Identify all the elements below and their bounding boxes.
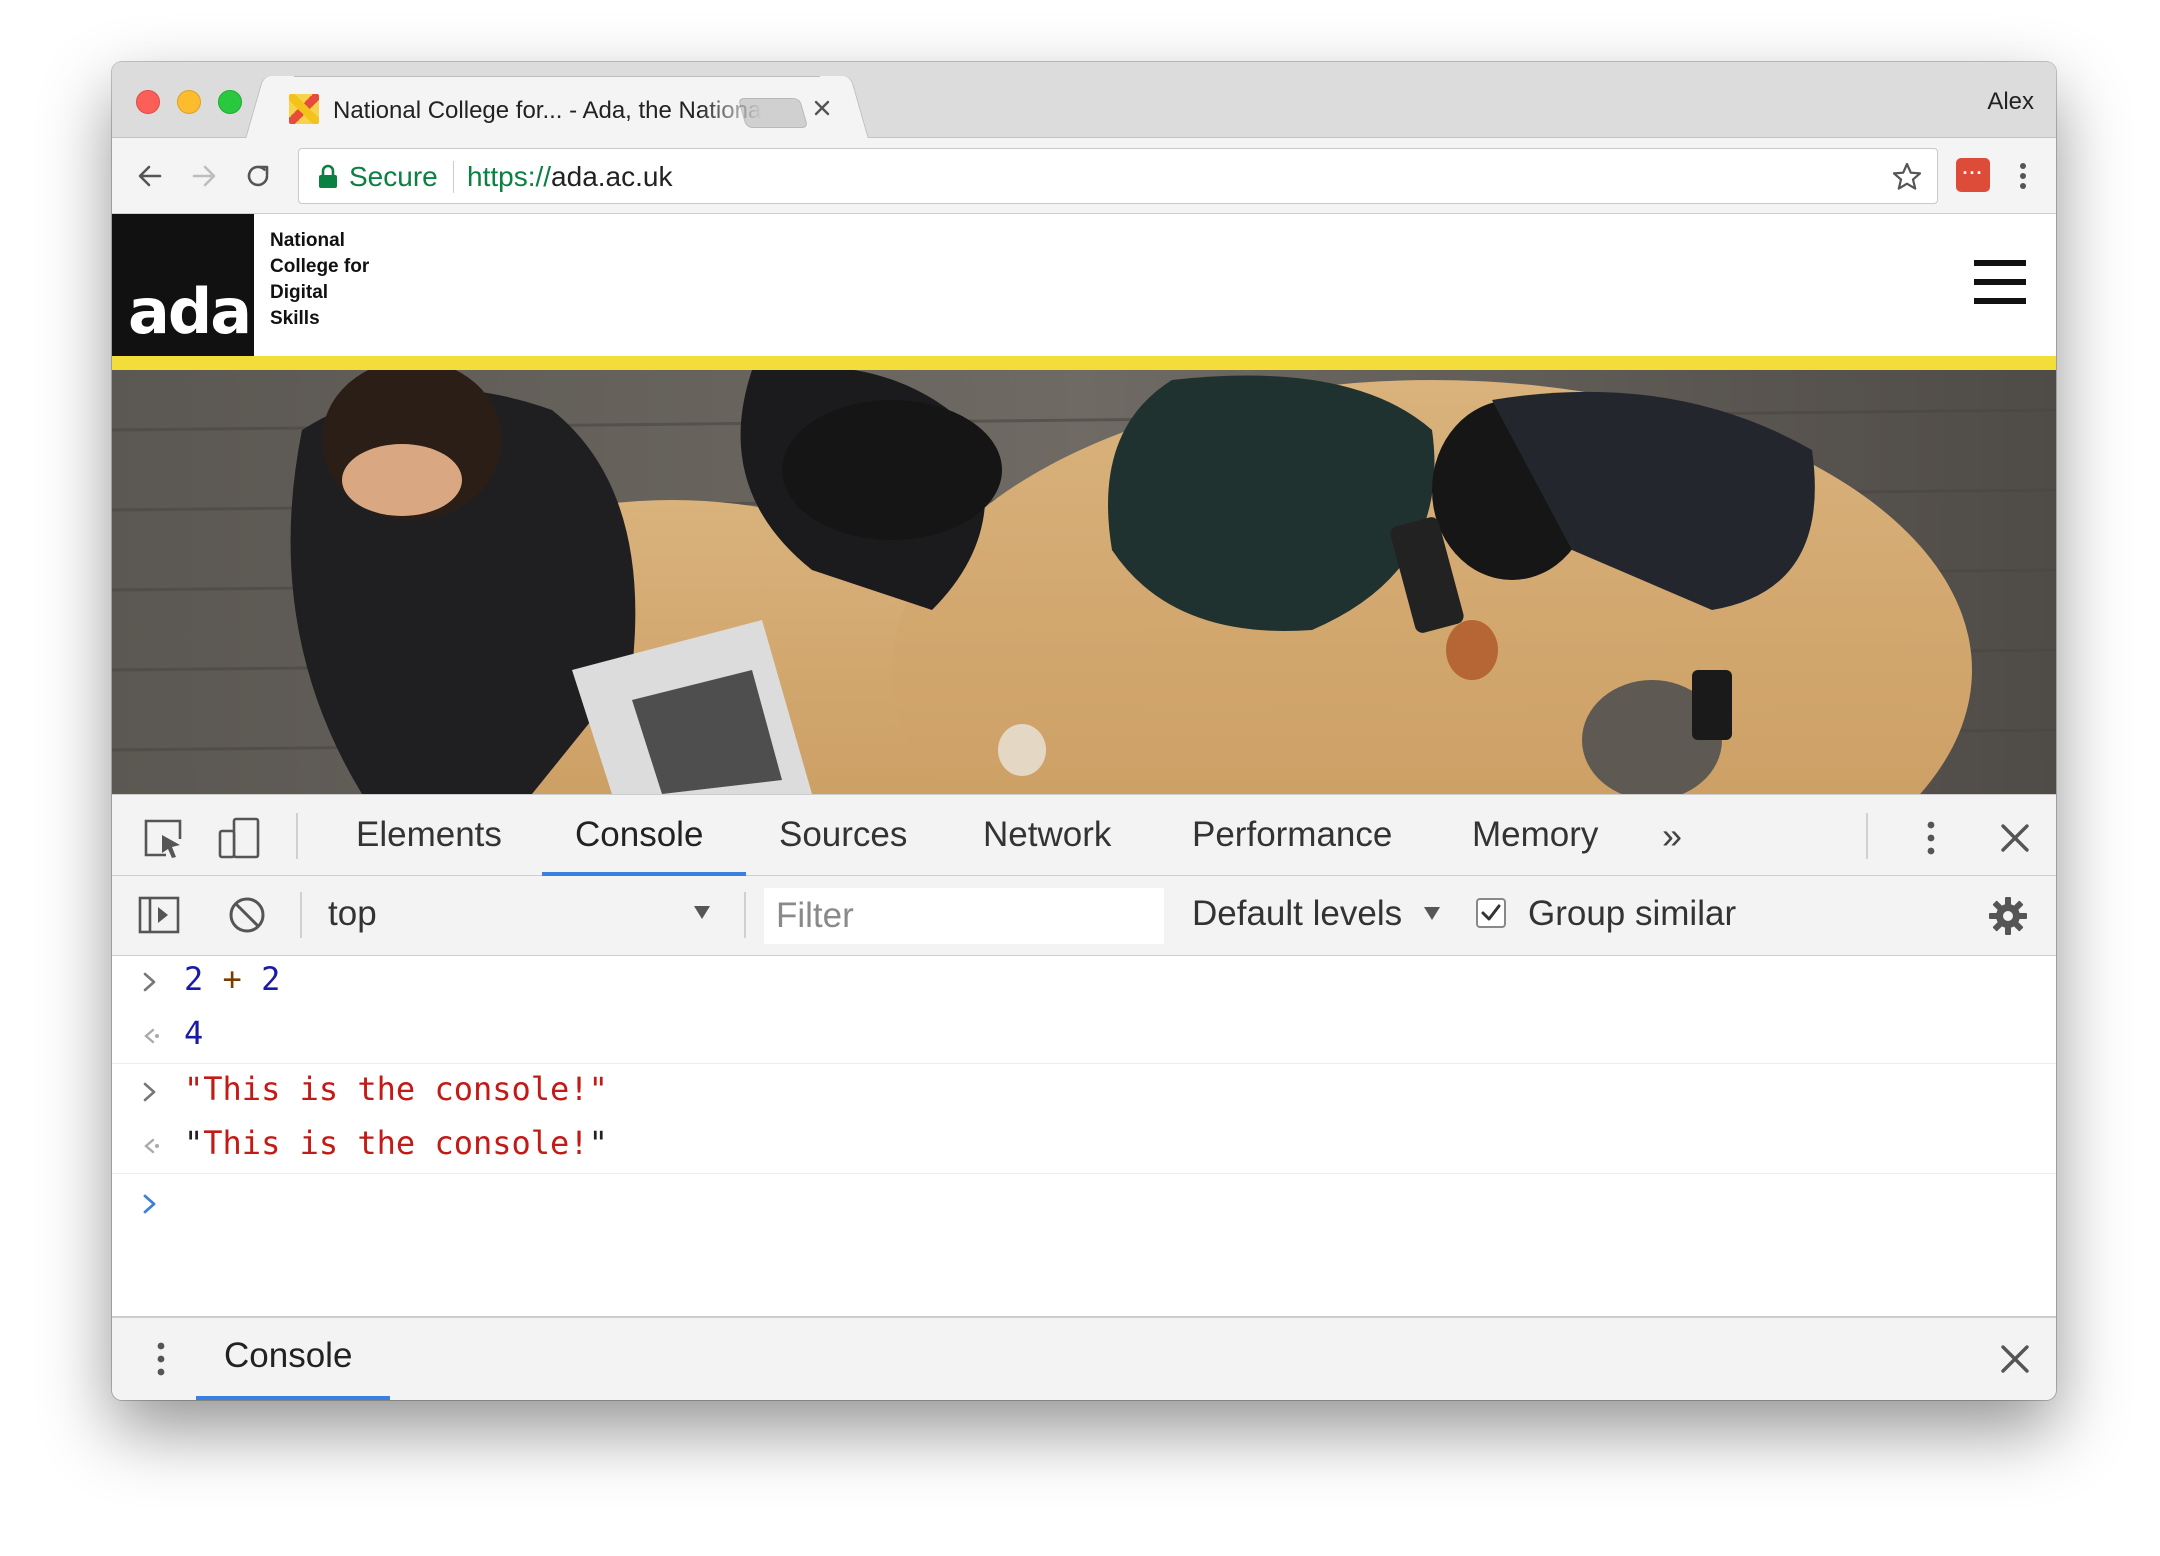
console-entry-result: 4	[112, 1010, 2056, 1064]
device-toolbar-icon[interactable]	[216, 815, 262, 861]
result-chevron-icon	[144, 1138, 159, 1154]
tab-elements[interactable]: Elements	[356, 815, 502, 855]
settings-gear-icon[interactable]	[1986, 894, 2030, 938]
levels-dropdown-icon[interactable]	[1422, 904, 1442, 922]
profile-name[interactable]: Alex	[1987, 88, 2034, 116]
bookmark-star-icon[interactable]	[1891, 161, 1923, 193]
console-filter-input[interactable]	[764, 888, 1164, 944]
tab-sources[interactable]: Sources	[779, 815, 907, 855]
console-entry-result: "This is the console!"	[112, 1120, 2056, 1174]
address-bar[interactable]: Secure https://ada.ac.uk	[298, 148, 1938, 204]
site-header: ada National College for Digital Skills	[112, 214, 2056, 356]
toolbar-divider	[744, 892, 746, 938]
ada-logo[interactable]: ada	[112, 214, 254, 356]
console-token: This is the console!	[203, 1124, 589, 1162]
header-accent-bar	[112, 356, 2056, 370]
url-scheme: https://	[467, 161, 552, 192]
browser-window: National College for... - Ada, the Natio…	[112, 62, 2056, 1400]
console-entry-input: 2 + 2	[112, 956, 2056, 1010]
site-favicon-icon	[289, 94, 319, 124]
toolbar-divider	[300, 892, 302, 938]
console-entry-text: "This is the console!"	[184, 1070, 608, 1108]
lock-icon	[319, 164, 337, 188]
logo-text: ada	[128, 275, 252, 348]
console-token: 2	[184, 960, 204, 998]
context-selector[interactable]: top	[328, 894, 377, 934]
devtools-tab-bar: Elements Console Sources Network Perform…	[112, 794, 2056, 876]
console-token: "	[184, 1124, 204, 1162]
toolbar-divider	[296, 813, 298, 859]
college-name-line: College for	[270, 256, 370, 277]
college-name: National College for Digital Skills	[270, 228, 410, 332]
console-prompt[interactable]	[112, 1178, 2056, 1232]
omnibox-divider	[453, 161, 454, 193]
drawer-active-tab-indicator	[196, 1396, 390, 1400]
checkmark-icon	[1481, 904, 1501, 921]
hamburger-menu-icon[interactable]	[1974, 256, 2026, 308]
console-output[interactable]: 2 + 2 4 "This is the console!" "This is …	[112, 956, 2056, 1316]
console-entry-text: 4	[184, 1014, 203, 1052]
context-dropdown-icon[interactable]	[692, 902, 712, 922]
extension-icon[interactable]: ···	[1956, 158, 1990, 192]
console-toolbar: top Default levels Group similar	[112, 876, 2056, 956]
prompt-chevron-icon	[143, 1194, 156, 1214]
college-name-line: Skills	[270, 308, 320, 329]
tab-network[interactable]: Network	[983, 815, 1111, 855]
tab-strip: National College for... - Ada, the Natio…	[112, 62, 2056, 139]
tab-console[interactable]: Console	[575, 815, 703, 855]
log-levels-dropdown[interactable]: Default levels	[1192, 894, 1402, 934]
console-token: "	[588, 1124, 608, 1162]
show-sidebar-icon[interactable]	[136, 892, 182, 938]
console-token: +	[203, 960, 262, 998]
console-entry-text: 2 + 2	[184, 960, 280, 998]
result-chevron-icon	[144, 1028, 159, 1044]
close-drawer-icon[interactable]	[1992, 1336, 2038, 1382]
more-tabs-icon[interactable]: »	[1662, 815, 1682, 857]
close-devtools-icon[interactable]	[1992, 815, 2038, 861]
url-host: ada.ac.uk	[551, 161, 673, 192]
console-token: 4	[184, 1014, 204, 1052]
minimize-window-button[interactable]	[177, 90, 201, 114]
group-similar-checkbox[interactable]	[1476, 898, 1506, 928]
tab-close-icon[interactable]	[807, 93, 837, 123]
console-entry-input: "This is the console!"	[112, 1066, 2056, 1120]
drawer-tab-console[interactable]: Console	[224, 1336, 352, 1376]
devtools-drawer: Console	[112, 1316, 2056, 1400]
zoom-window-button[interactable]	[218, 90, 242, 114]
clear-console-icon[interactable]	[224, 892, 270, 938]
close-window-button[interactable]	[136, 90, 160, 114]
url-text[interactable]: https://ada.ac.uk	[467, 161, 672, 193]
reload-icon[interactable]	[240, 158, 276, 194]
forward-arrow-icon[interactable]	[186, 158, 222, 194]
secure-label: Secure	[349, 161, 438, 192]
group-similar-label[interactable]: Group similar	[1528, 894, 1736, 934]
tab-performance[interactable]: Performance	[1192, 815, 1392, 855]
hero-photo	[112, 370, 2056, 794]
tab-title: National College for... - Ada, the Natio…	[333, 97, 763, 124]
devtools-menu-icon[interactable]	[1908, 815, 1954, 861]
college-name-line: National	[270, 230, 345, 251]
input-chevron-icon	[143, 1082, 156, 1102]
input-chevron-icon	[143, 972, 156, 992]
browser-menu-icon[interactable]	[2008, 158, 2038, 194]
toolbar-divider	[1866, 813, 1868, 859]
console-token: 2	[261, 960, 281, 998]
console-entry-text: "This is the console!"	[184, 1124, 608, 1162]
hero-image	[112, 370, 2056, 794]
inspect-element-icon[interactable]	[140, 815, 186, 861]
browser-toolbar: Secure https://ada.ac.uk ···	[112, 138, 2056, 214]
drawer-menu-icon[interactable]	[138, 1336, 184, 1382]
back-arrow-icon[interactable]	[132, 158, 168, 194]
console-token: "This is the console!"	[184, 1070, 608, 1108]
college-name-line: Digital	[270, 282, 329, 303]
tab-memory[interactable]: Memory	[1472, 815, 1598, 855]
